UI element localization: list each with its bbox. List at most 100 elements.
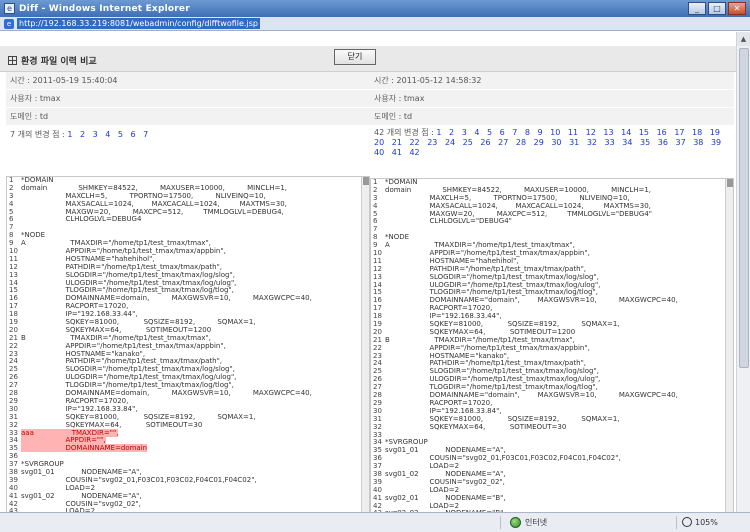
maximize-button[interactable]: □: [708, 2, 726, 15]
right-change-link[interactable]: 14: [621, 128, 631, 137]
page-title-text: 환경 파일 이력 비교: [21, 57, 97, 67]
left-domain-value: td: [39, 112, 49, 121]
right-change-link[interactable]: 15: [639, 128, 649, 137]
right-change-link[interactable]: 32: [587, 138, 597, 147]
right-change-link[interactable]: 40: [374, 148, 384, 157]
zoom-level: 105%: [695, 517, 718, 527]
right-change-link[interactable]: 7: [512, 128, 517, 137]
scroll-up-arrow[interactable]: ▲: [737, 32, 750, 46]
right-change-link[interactable]: 11: [568, 128, 578, 137]
left-change-link[interactable]: 6: [131, 130, 136, 139]
right-change-link[interactable]: 10: [550, 128, 560, 137]
line-text: MAXGW=20, MAXCPC=512, TMMLOGLVL=DEBUG4,: [21, 207, 284, 216]
line-text: PATHDIR="/home/tp1/test_tmax/tmax/path",: [385, 359, 587, 368]
left-user-row: 사용자 : tmax: [6, 90, 370, 108]
right-change-link[interactable]: 34: [622, 138, 632, 147]
left-user-value: tmax: [39, 94, 61, 103]
line-text: svg01_02 NODENAME="A",: [21, 491, 142, 500]
zone-label: 인터넷: [525, 518, 548, 527]
line-text: TLOGDIR="/home/tp1/test_tmax/tmax/log/tl…: [21, 381, 234, 390]
right-change-link[interactable]: 31: [569, 138, 579, 147]
right-change-link[interactable]: 2: [449, 128, 454, 137]
left-change-link[interactable]: 7: [143, 130, 148, 139]
line-text: APPDIR="",: [21, 436, 106, 445]
right-domain-row: 도메인 : td: [370, 108, 734, 126]
line-text: LOAD=2: [385, 485, 460, 494]
line-text: *DOMAIN: [21, 176, 54, 184]
right-change-link[interactable]: 37: [675, 138, 685, 147]
line-text: RACPORT=17020,: [21, 396, 129, 405]
line-text: LOAD=2: [21, 483, 96, 492]
line-text: DOMAINNAME=domain, MAXGWSVR=10, MAXGWCPC…: [21, 389, 312, 398]
right-change-link[interactable]: 41: [392, 148, 402, 157]
left-user-label: 사용자: [10, 94, 33, 103]
line-text: LOAD=2: [385, 462, 460, 471]
right-change-link[interactable]: 25: [463, 138, 473, 147]
right-change-link[interactable]: 16: [657, 128, 667, 137]
right-change-link[interactable]: 3: [462, 128, 467, 137]
line-text: HOSTNAME="kanako",: [385, 351, 510, 360]
right-change-link[interactable]: 18: [692, 128, 702, 137]
left-change-link[interactable]: 2: [80, 130, 85, 139]
line-text: LOAD=2: [385, 501, 460, 510]
right-change-link[interactable]: 6: [500, 128, 505, 137]
left-change-link[interactable]: 4: [105, 130, 110, 139]
right-change-link[interactable]: 35: [640, 138, 650, 147]
right-change-link[interactable]: 1: [436, 128, 441, 137]
page-scroll-thumb[interactable]: [739, 48, 749, 368]
right-change-link[interactable]: 20: [374, 138, 384, 147]
right-change-link[interactable]: 27: [498, 138, 508, 147]
left-change-link[interactable]: 3: [93, 130, 98, 139]
close-button[interactable]: 닫기: [334, 49, 376, 65]
right-change-link[interactable]: 9: [538, 128, 543, 137]
left-code-view[interactable]: 1 *DOMAIN 2 domain SHMKEY=84522, MAXUSER=10…: [6, 176, 370, 512]
right-change-link[interactable]: 39: [711, 138, 721, 147]
right-code-view[interactable]: 1 *DOMAIN 2 domain SHMKEY=84522, MAXUSER=10…: [370, 178, 734, 512]
right-change-link[interactable]: 26: [480, 138, 490, 147]
title-bar: e Diff - Windows Internet Explorer _ □ ✕: [0, 0, 750, 17]
code-line: 35 DOMAINNAME=domain: [7, 444, 369, 453]
right-change-link[interactable]: 42: [409, 148, 419, 157]
page-vertical-scrollbar[interactable]: ▲: [736, 32, 750, 512]
minimize-button[interactable]: _: [688, 2, 706, 15]
line-text: TLOGDIR="/home/tp1/test_tmax/tmax/log/tl…: [385, 383, 598, 392]
left-domain-row: 도메인 : td: [6, 108, 370, 126]
security-zone[interactable]: 인터넷: [510, 517, 547, 528]
left-time-value: 2011-05-19 15:40:04: [32, 76, 118, 85]
right-change-link[interactable]: 24: [445, 138, 455, 147]
right-change-link[interactable]: 12: [586, 128, 596, 137]
address-bar[interactable]: e http://192.168.33.219:8081/webadmin/co…: [0, 17, 750, 31]
right-change-link[interactable]: 4: [474, 128, 479, 137]
close-window-button[interactable]: ✕: [728, 2, 746, 15]
right-change-link[interactable]: 21: [392, 138, 402, 147]
line-text: SLOGDIR="/home/tp1/test_tmax/tmax/log/sl…: [385, 272, 599, 281]
right-change-link[interactable]: 29: [534, 138, 544, 147]
right-change-link[interactable]: 38: [693, 138, 703, 147]
right-change-link[interactable]: 23: [427, 138, 437, 147]
left-change-list: 7 개의 변경 점 : 1 2 3 4 5 6 7: [6, 126, 370, 144]
right-change-link[interactable]: 8: [525, 128, 530, 137]
right-change-link[interactable]: 28: [516, 138, 526, 147]
right-time-label: 시간: [374, 76, 389, 85]
right-change-link[interactable]: 17: [674, 128, 684, 137]
line-text: ULOGDIR="/home/tp1/test_tmax/tmax/log/ul…: [385, 375, 601, 384]
right-change-link[interactable]: 30: [551, 138, 561, 147]
line-text: aaa TMAXDIR="",: [21, 428, 119, 437]
left-change-link[interactable]: 5: [118, 130, 123, 139]
left-change-link[interactable]: 1: [67, 130, 72, 139]
line-text: SQKEYMAX=64, SOTIMEOUT=30: [385, 422, 567, 431]
line-text: RACPORT=17020,: [385, 304, 493, 313]
window-title: Diff - Windows Internet Explorer: [19, 3, 190, 14]
url-field[interactable]: http://192.168.33.219:8081/webadmin/conf…: [17, 18, 260, 29]
zoom-control[interactable]: 105%: [682, 517, 718, 527]
right-change-link[interactable]: 19: [710, 128, 720, 137]
line-text: domain SHMKEY=84522, MAXUSER=10000, MINC…: [385, 185, 652, 194]
right-change-link[interactable]: 22: [409, 138, 419, 147]
line-text: IP="192.168.33.44",: [385, 312, 502, 321]
right-change-link[interactable]: 36: [658, 138, 668, 147]
line-text: MAXCLH=5, TPORTNO=17500, NLIVEINQ=10,: [385, 193, 630, 202]
right-change-link[interactable]: 13: [603, 128, 613, 137]
line-text: A TMAXDIR="/home/tp1/test_tmax/tmax",: [21, 239, 211, 248]
right-change-link[interactable]: 5: [487, 128, 492, 137]
right-change-link[interactable]: 33: [605, 138, 615, 147]
